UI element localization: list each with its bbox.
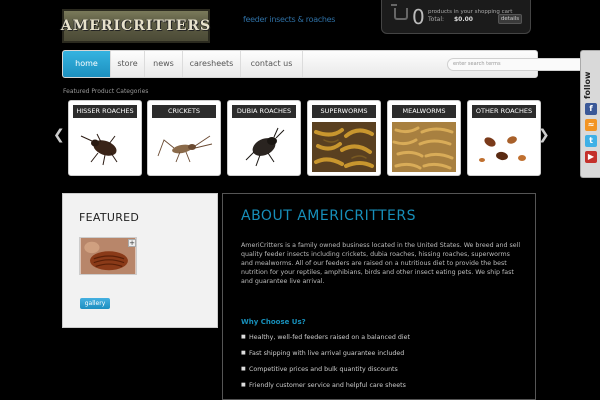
gallery-button[interactable]: gallery xyxy=(80,298,110,309)
category-hisser-roaches[interactable]: HISSER ROACHES xyxy=(68,100,142,176)
list-item: Competitive prices and bulk quantity dis… xyxy=(241,365,501,374)
category-mealworms[interactable]: MEALWORMS xyxy=(387,100,461,176)
tagline: feeder insects & roaches xyxy=(243,15,351,26)
category-label: OTHER ROACHES xyxy=(472,105,536,118)
rss-icon[interactable]: ≈ xyxy=(585,119,597,131)
zoom-icon[interactable]: + xyxy=(128,239,136,247)
featured-image[interactable]: + xyxy=(79,237,137,275)
list-item: Friendly customer service and helpful ca… xyxy=(241,381,501,390)
twitter-icon[interactable]: t xyxy=(585,135,597,147)
about-subtitle: Why Choose Us? xyxy=(241,318,306,326)
facebook-icon[interactable]: f xyxy=(585,103,597,115)
category-label: CRICKETS xyxy=(152,105,216,118)
category-crickets[interactable]: CRICKETS xyxy=(147,100,221,176)
about-title: ABOUT AMERICRITTERS xyxy=(241,208,417,224)
cart-total-value: $0.00 xyxy=(453,16,473,23)
about-panel: ABOUT AMERICRITTERS AmeriCritters is a f… xyxy=(222,193,536,400)
nav-news[interactable]: news xyxy=(145,51,183,77)
site-logo[interactable]: AMERICRITTERS xyxy=(60,9,212,43)
superworms-image xyxy=(312,122,376,172)
category-label: MEALWORMS xyxy=(392,105,456,118)
list-item: Fast shipping with live arrival guarante… xyxy=(241,349,501,358)
category-label: DUBIA ROACHES xyxy=(232,105,296,118)
hisser-roach-image xyxy=(73,122,137,172)
dubia-roach-image xyxy=(232,122,296,172)
about-list: Healthy, well-fed feeders raised on a ba… xyxy=(241,333,501,397)
category-dubia-roaches[interactable]: DUBIA ROACHES xyxy=(227,100,301,176)
mealworms-image xyxy=(392,122,456,172)
list-item: Healthy, well-fed feeders raised on a ba… xyxy=(241,333,501,342)
category-label: SUPERWORMS xyxy=(312,105,376,118)
about-body: AmeriCritters is a family owned business… xyxy=(241,242,521,285)
category-other-roaches[interactable]: OTHER ROACHES xyxy=(467,100,541,176)
category-superworms[interactable]: SUPERWORMS xyxy=(307,100,381,176)
nav-home[interactable]: home xyxy=(63,51,111,77)
cart-details-button[interactable]: details xyxy=(498,14,522,24)
carousel-prev-icon[interactable]: ❮ xyxy=(53,128,65,142)
main-nav: home store news caresheets contact us en… xyxy=(62,50,593,78)
logo-text: AMERICRITTERS xyxy=(60,18,212,34)
other-roaches-image xyxy=(472,122,536,172)
shopping-cart-widget[interactable]: 0 products in your shopping cart Total: … xyxy=(381,0,531,34)
tagline-text: feeder insects & roaches xyxy=(243,15,336,24)
follow-sidebar: follow f ≈ t ▶ xyxy=(580,50,600,178)
page: AMERICRITTERS feeder insects & roaches 0… xyxy=(0,0,600,400)
nav-caresheets[interactable]: caresheets xyxy=(183,51,241,77)
follow-label: follow xyxy=(583,71,592,99)
cart-count: 0 xyxy=(412,5,425,29)
search-placeholder: enter search terms xyxy=(453,61,501,67)
cricket-image xyxy=(152,122,216,172)
nav-store[interactable]: store xyxy=(111,51,145,77)
youtube-icon[interactable]: ▶ xyxy=(585,151,597,163)
featured-title: FEATURED xyxy=(79,211,140,224)
category-label: HISSER ROACHES xyxy=(73,105,137,118)
cart-total: Total: $0.00 xyxy=(428,16,473,23)
categories-heading: Featured Product Categories xyxy=(63,88,149,95)
search-input[interactable]: enter search terms xyxy=(447,58,593,71)
featured-panel: FEATURED + gallery xyxy=(62,193,218,328)
nav-contact-us[interactable]: contact us xyxy=(241,51,303,77)
cart-icon xyxy=(391,4,408,20)
cart-total-label: Total: xyxy=(428,16,445,23)
